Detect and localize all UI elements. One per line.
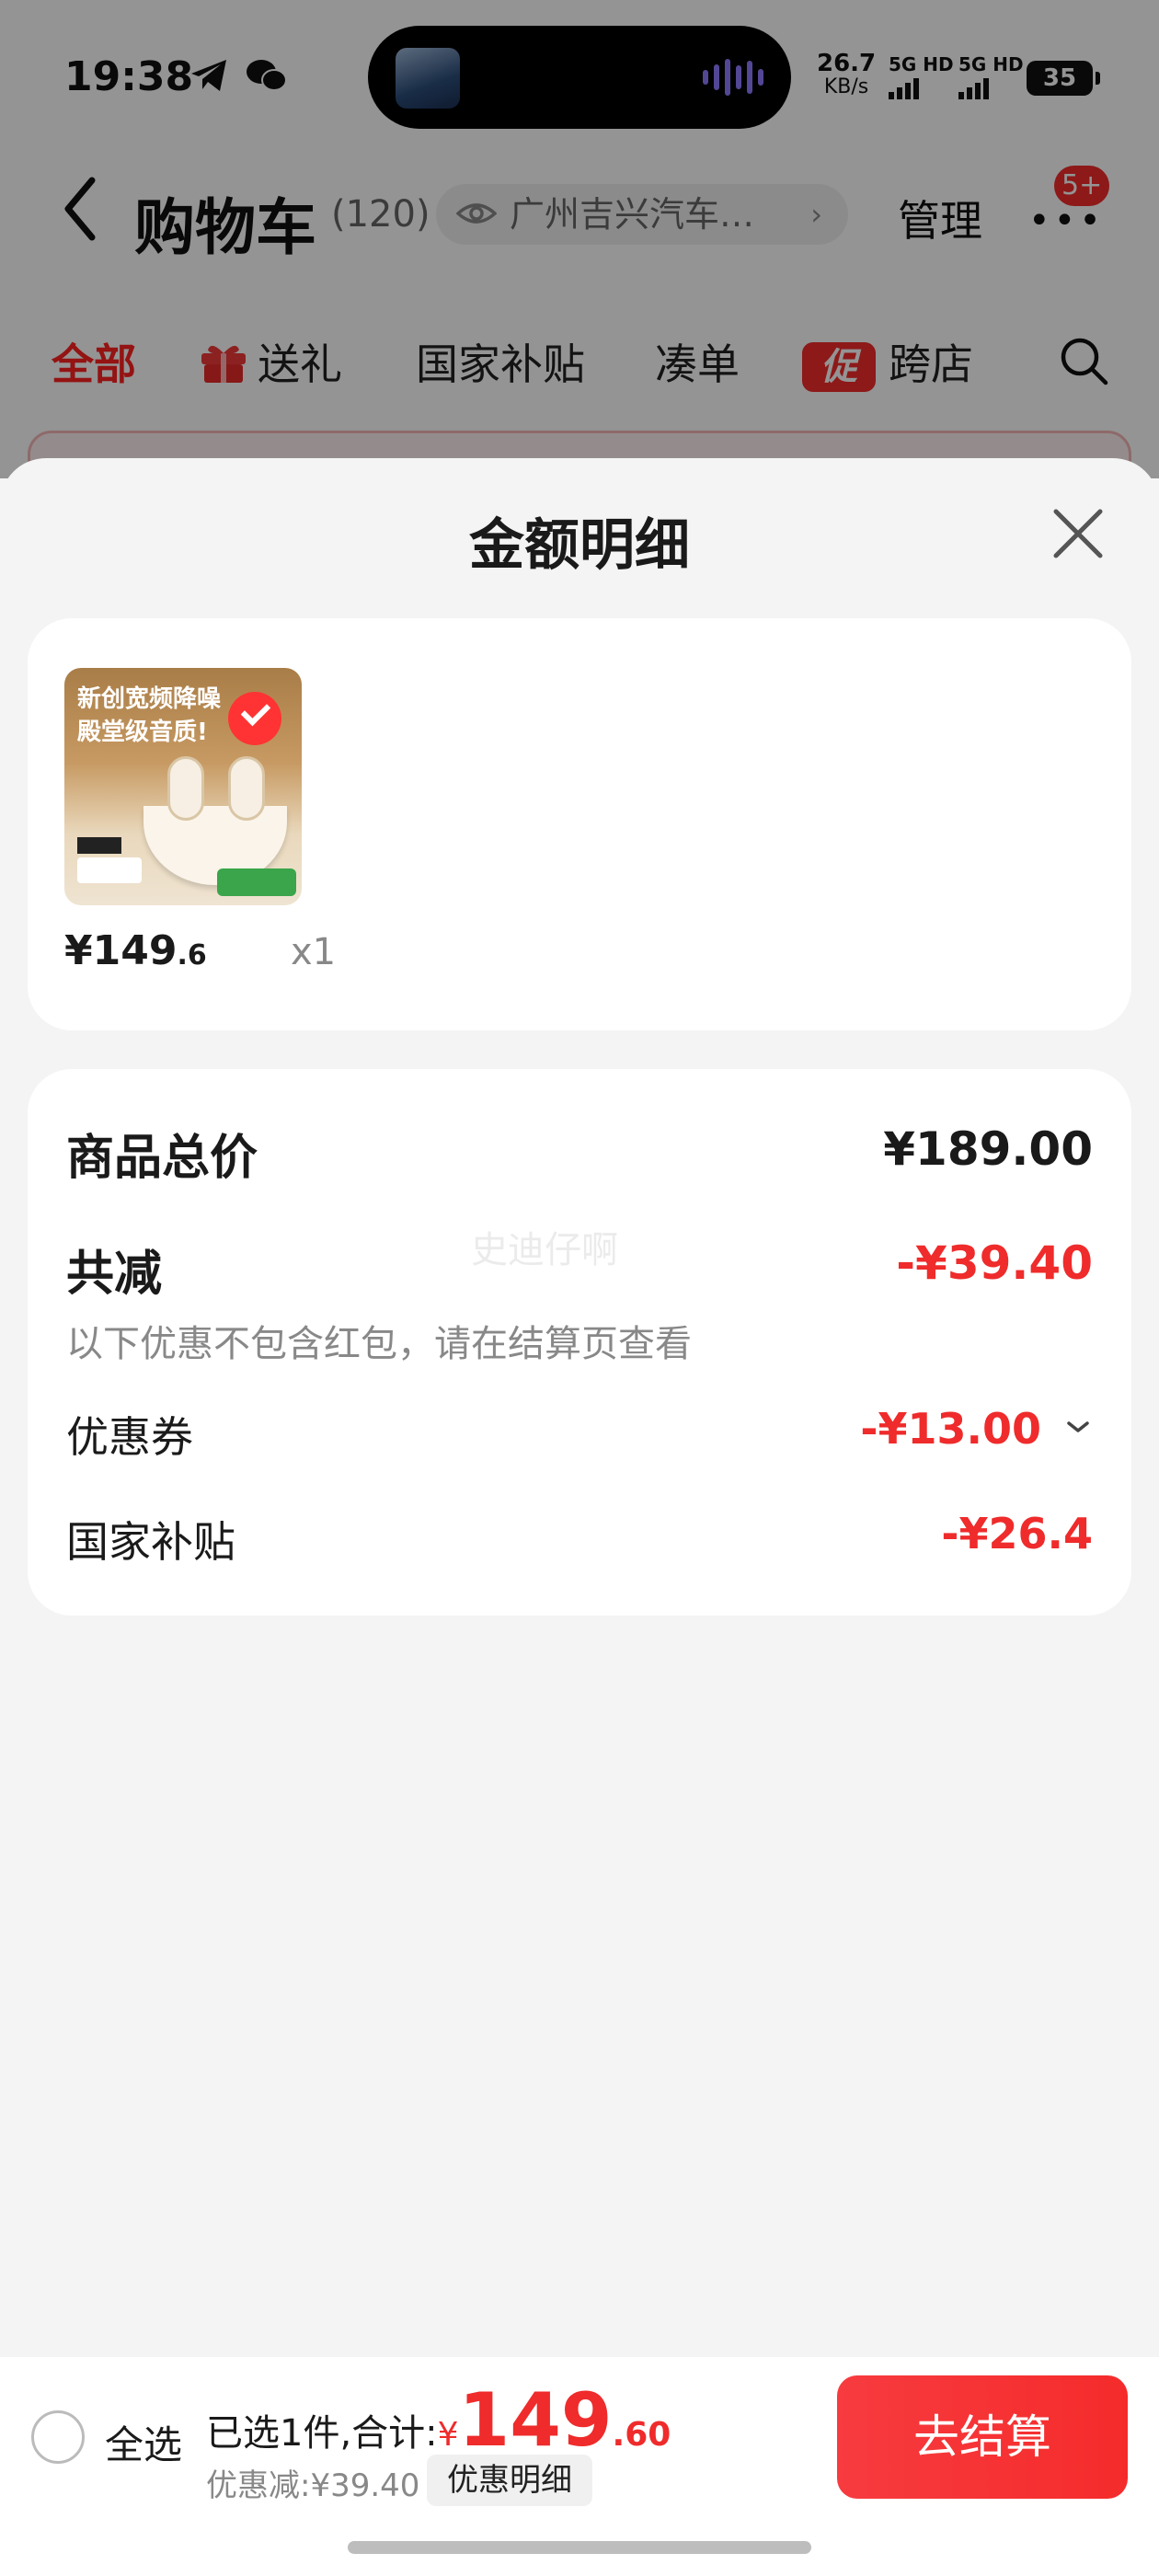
coupon-label: 优惠券: [66, 1412, 193, 1462]
chevron-down-icon[interactable]: [1063, 1413, 1093, 1443]
reduction-note: 以下优惠不包含红包，请在结算页查看: [66, 1323, 692, 1365]
price-summary-card: 史迪仔啊 商品总价 ¥189.00 共减 -¥39.40 以下优惠不包含红包，请…: [28, 1069, 1131, 1616]
total-decimal: .60: [612, 2416, 671, 2454]
product-image-headline: 新创宽频降噪 殿堂级音质!: [77, 683, 221, 749]
checkmark-badge-icon: [228, 692, 281, 745]
coupon-value: -¥13.00: [860, 1404, 1041, 1454]
item-price-main: ¥149: [64, 927, 178, 974]
sale-sticker-image: [77, 857, 142, 883]
sheet-title: 金额明细: [469, 513, 690, 578]
select-all-label[interactable]: 全选: [105, 2414, 182, 2470]
item-price-decimal: .6: [177, 939, 207, 972]
selected-items-card: 新创宽频降噪 殿堂级音质! ¥149.6 x1: [28, 618, 1131, 1030]
checkout-button[interactable]: 去结算: [837, 2375, 1128, 2499]
headline-line-2: 殿堂级音质!: [77, 719, 208, 746]
discount-text: 优惠减:¥39.40: [206, 2467, 420, 2504]
total-reduction-label: 共减: [66, 1247, 163, 1302]
product-thumbnail[interactable]: 新创宽频降噪 殿堂级音质!: [64, 668, 302, 905]
item-quantity: x1: [291, 931, 337, 973]
home-indicator[interactable]: [348, 2541, 811, 2554]
modal-overlay[interactable]: [0, 0, 1159, 478]
close-icon[interactable]: [1050, 506, 1106, 561]
ldac-tag-image: [77, 837, 121, 854]
subsidy-label: 国家补贴: [66, 1517, 235, 1567]
earbud-right-image: [228, 756, 265, 821]
select-all-radio[interactable]: [31, 2410, 85, 2464]
selected-count-text: 已选1件,合计:: [206, 2412, 438, 2455]
total-reduction-value: -¥39.40: [896, 1236, 1093, 1290]
amount-detail-sheet: 金额明细 新创宽频降噪 殿堂级音质! ¥149.6 x1 史迪仔啊 商品总价 ¥…: [0, 458, 1159, 2576]
item-price: ¥149.6: [64, 927, 207, 974]
discount-detail-button[interactable]: 优惠明细: [427, 2455, 592, 2506]
watermark-text: 史迪仔啊: [471, 1229, 618, 1271]
headline-line-1: 新创宽频降噪: [77, 685, 222, 713]
total-currency: ¥: [437, 2416, 459, 2454]
total-summary: 已选1件,合计:¥149.60: [206, 2377, 671, 2463]
total-price-value: ¥189.00: [883, 1122, 1093, 1176]
discount-sticker-image: [217, 868, 296, 896]
earbud-left-image: [167, 756, 204, 821]
total-integer: 149: [458, 2377, 613, 2463]
subsidy-value: -¥26.4: [941, 1509, 1093, 1558]
total-price-label: 商品总价: [66, 1131, 258, 1186]
